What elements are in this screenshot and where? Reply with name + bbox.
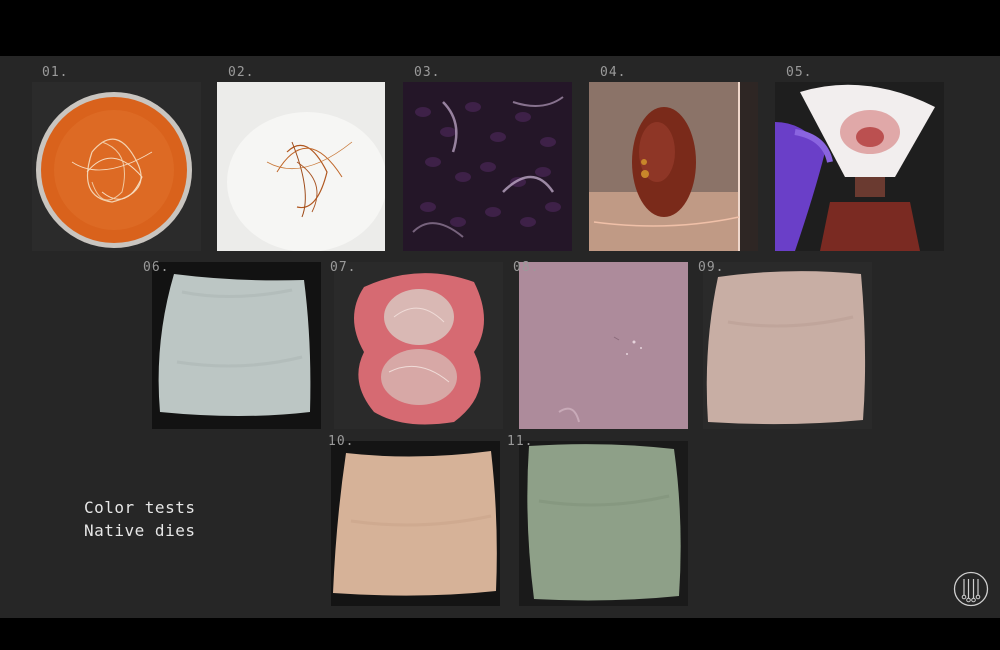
logo-icon <box>953 571 989 607</box>
photo-05-filter-funnel <box>775 82 944 251</box>
label-07: 07. <box>330 260 357 275</box>
photo-07-felt-pink <box>334 262 503 429</box>
slide: 01. 02. 03. 04. 05. 06. 07. 08. 09. 10. … <box>0 56 1000 618</box>
label-06: 06. <box>143 260 170 275</box>
label-02: 02. <box>228 65 255 80</box>
photo-02-hair-strands <box>217 82 385 251</box>
photo-06-felt-pale-blue <box>152 262 321 429</box>
label-01: 01. <box>42 65 69 80</box>
caption-line-1: Color tests <box>84 498 196 517</box>
photo-01-petri-dish <box>32 82 201 251</box>
label-11: 11. <box>507 434 534 449</box>
photo-04-beaker-paste <box>589 82 758 251</box>
label-10: 10. <box>328 434 355 449</box>
caption: Color tests Native dies <box>84 496 195 542</box>
photo-03-black-beans <box>403 82 572 251</box>
photo-09-felt-beige <box>703 262 872 429</box>
label-09: 09. <box>698 260 725 275</box>
label-04: 04. <box>600 65 627 80</box>
label-08: 08. <box>513 260 540 275</box>
photo-10-felt-peach <box>331 441 500 606</box>
photo-08-mauve-surface <box>519 262 688 429</box>
caption-line-2: Native dies <box>84 521 196 540</box>
label-05: 05. <box>786 65 813 80</box>
label-03: 03. <box>414 65 441 80</box>
photo-11-felt-sage-green <box>519 441 688 606</box>
